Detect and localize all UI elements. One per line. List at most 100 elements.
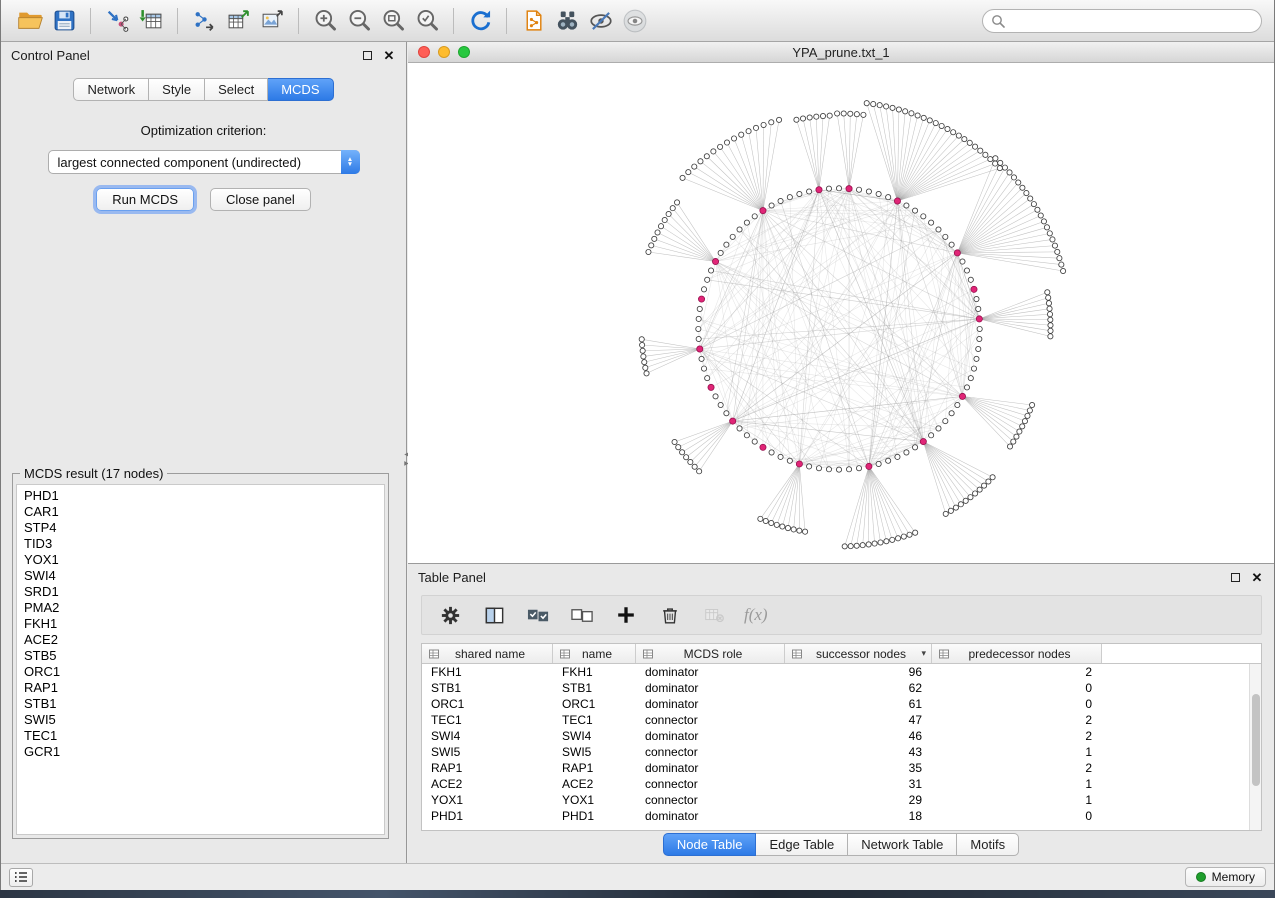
tab-network[interactable]: Network — [73, 78, 149, 101]
cell-shared-name: YOX1 — [422, 793, 553, 807]
column-label: predecessor nodes — [950, 647, 1101, 661]
table-row[interactable]: SWI5SWI5connector431 — [422, 744, 1249, 760]
list-item[interactable]: SRD1 — [24, 584, 377, 600]
float-panel-icon[interactable] — [360, 48, 374, 62]
close-panel-button[interactable]: Close panel — [210, 188, 311, 211]
column-header-predecessor-nodes[interactable]: predecessor nodes — [932, 644, 1102, 663]
list-item[interactable]: ACE2 — [24, 632, 377, 648]
list-item[interactable]: PMA2 — [24, 600, 377, 616]
open-icon[interactable] — [13, 5, 47, 37]
tab-node-table[interactable]: Node Table — [663, 833, 757, 856]
export-table-icon[interactable] — [221, 5, 255, 37]
tab-network-table[interactable]: Network Table — [848, 833, 957, 856]
list-item[interactable]: CAR1 — [24, 504, 377, 520]
table-row[interactable]: ORC1ORC1dominator610 — [422, 696, 1249, 712]
list-item[interactable]: GCR1 — [24, 744, 377, 760]
column-header-shared-name[interactable]: shared name — [422, 644, 553, 663]
eye-icon[interactable] — [618, 5, 652, 37]
table-row[interactable]: TEC1TEC1connector472 — [422, 712, 1249, 728]
cell-name: ACE2 — [553, 777, 636, 791]
table-scrollbar-thumb[interactable] — [1252, 694, 1260, 786]
cell-name: SWI5 — [553, 745, 636, 759]
minimize-window-button[interactable] — [438, 46, 450, 58]
zoom-in-icon[interactable] — [308, 5, 342, 37]
tab-motifs[interactable]: Motifs — [957, 833, 1019, 856]
tab-style[interactable]: Style — [149, 78, 205, 101]
mcds-result-list[interactable]: PHD1CAR1STP4TID3YOX1SWI4SRD1PMA2FKH1ACE2… — [16, 484, 385, 835]
tab-mcds[interactable]: MCDS — [268, 78, 333, 101]
share-document-icon[interactable] — [516, 5, 550, 37]
table-row[interactable]: YOX1YOX1connector291 — [422, 792, 1249, 808]
list-item[interactable]: TEC1 — [24, 728, 377, 744]
delete-column-icon[interactable] — [656, 601, 684, 629]
add-column-icon[interactable] — [612, 601, 640, 629]
search-field[interactable] — [982, 9, 1262, 33]
table-row[interactable]: RAP1RAP1dominator352 — [422, 760, 1249, 776]
tab-edge-table[interactable]: Edge Table — [756, 833, 848, 856]
list-item[interactable]: TID3 — [24, 536, 377, 552]
column-visibility-icon[interactable] — [480, 601, 508, 629]
zoom-out-icon[interactable] — [342, 5, 376, 37]
search-input[interactable] — [1010, 13, 1253, 29]
binoculars-icon[interactable] — [550, 5, 584, 37]
settings-gear-icon[interactable] — [436, 601, 464, 629]
cell-mcds-role: dominator — [636, 665, 785, 679]
maximize-window-button[interactable] — [458, 46, 470, 58]
zoom-selected-icon[interactable] — [410, 5, 444, 37]
cell-successor-nodes: 18 — [785, 809, 932, 823]
cell-mcds-role: dominator — [636, 729, 785, 743]
close-panel-icon[interactable]: ✕ — [382, 48, 396, 62]
application-window: Control Panel ✕ NetworkStyleSelectMCDS O… — [0, 0, 1275, 890]
status-menu-button[interactable] — [9, 868, 33, 887]
save-icon[interactable] — [47, 5, 81, 37]
list-item[interactable]: RAP1 — [24, 680, 377, 696]
cell-predecessor-nodes: 1 — [932, 793, 1102, 807]
table-scrollbar[interactable] — [1249, 664, 1261, 830]
close-window-button[interactable] — [418, 46, 430, 58]
show-graphics-details-icon[interactable] — [584, 5, 618, 37]
cell-predecessor-nodes: 2 — [932, 665, 1102, 679]
table-row[interactable]: PHD1PHD1dominator180 — [422, 808, 1249, 824]
export-image-icon[interactable] — [255, 5, 289, 37]
table-row[interactable]: ACE2ACE2connector311 — [422, 776, 1249, 792]
list-item[interactable]: FKH1 — [24, 616, 377, 632]
refresh-icon[interactable] — [463, 5, 497, 37]
column-grid-icon — [559, 648, 571, 660]
list-item[interactable]: STB5 — [24, 648, 377, 664]
list-item[interactable]: SWI5 — [24, 712, 377, 728]
list-item[interactable]: STB1 — [24, 696, 377, 712]
cell-successor-nodes: 35 — [785, 761, 932, 775]
mcds-result-title: MCDS result (17 nodes) — [20, 466, 167, 481]
select-all-icon[interactable] — [524, 601, 552, 629]
dropdown-stepper-icon: ▲▼ — [341, 150, 360, 174]
optimization-criterion-dropdown[interactable]: largest connected component (undirected)… — [48, 150, 360, 174]
column-header-MCDS-role[interactable]: MCDS role — [636, 644, 785, 663]
close-table-panel-icon[interactable]: ✕ — [1250, 570, 1264, 584]
list-item[interactable]: STP4 — [24, 520, 377, 536]
desktop-background — [0, 890, 1275, 898]
deselect-all-icon[interactable] — [568, 601, 596, 629]
tab-select[interactable]: Select — [205, 78, 268, 101]
list-item[interactable]: PHD1 — [24, 488, 377, 504]
run-mcds-button[interactable]: Run MCDS — [96, 188, 194, 211]
float-table-panel-icon[interactable] — [1228, 570, 1242, 584]
cell-shared-name: ACE2 — [422, 777, 553, 791]
import-table-icon[interactable] — [134, 5, 168, 37]
export-network-icon[interactable] — [187, 5, 221, 37]
list-item[interactable]: YOX1 — [24, 552, 377, 568]
import-network-icon[interactable] — [100, 5, 134, 37]
list-item[interactable]: ORC1 — [24, 664, 377, 680]
table-header-row: shared namenameMCDS rolesuccessor nodes▾… — [422, 644, 1261, 664]
network-canvas[interactable] — [408, 63, 1274, 563]
table-row[interactable]: STB1STB1dominator620 — [422, 680, 1249, 696]
memory-button[interactable]: Memory — [1185, 867, 1266, 887]
header-filler — [1102, 644, 1261, 663]
column-header-successor-nodes[interactable]: successor nodes▾ — [785, 644, 932, 663]
zoom-fit-icon[interactable] — [376, 5, 410, 37]
column-label: successor nodes — [803, 647, 931, 661]
column-header-name[interactable]: name — [553, 644, 636, 663]
table-row[interactable]: SWI4SWI4dominator462 — [422, 728, 1249, 744]
table-row[interactable]: FKH1FKH1dominator962 — [422, 664, 1249, 680]
list-item[interactable]: SWI4 — [24, 568, 377, 584]
cell-shared-name: SWI4 — [422, 729, 553, 743]
